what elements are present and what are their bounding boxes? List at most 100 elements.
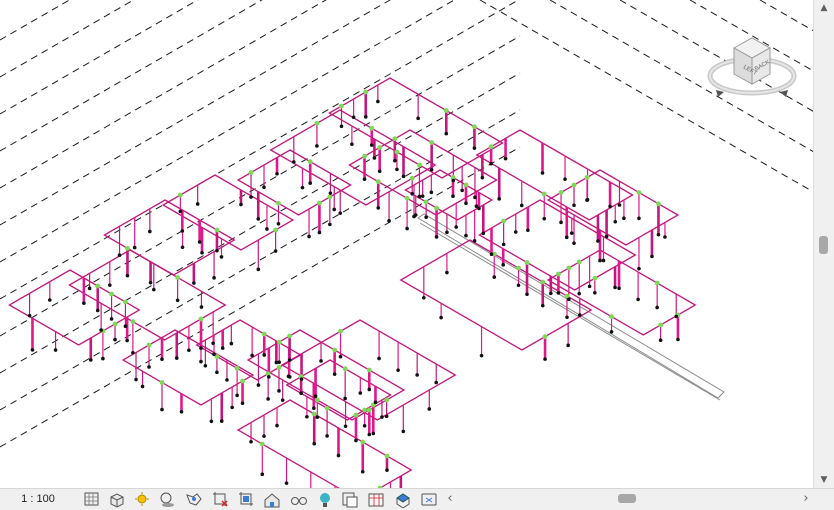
- fixture-terminal[interactable]: [343, 424, 348, 429]
- fixture-terminal[interactable]: [444, 131, 449, 136]
- fixture-terminal[interactable]: [451, 194, 455, 199]
- fixture-terminal[interactable]: [107, 283, 112, 287]
- fixture-terminal[interactable]: [299, 377, 304, 381]
- fixture-terminal[interactable]: [307, 234, 311, 239]
- pipe-segment[interactable]: [8, 269, 141, 346]
- fixture-terminal[interactable]: [209, 419, 214, 424]
- fixture-terminal[interactable]: [199, 346, 203, 350]
- fixture-terminal[interactable]: [338, 211, 343, 215]
- pipe-fitting[interactable]: [394, 149, 400, 155]
- fixture-terminal[interactable]: [266, 397, 270, 401]
- pipe-fitting[interactable]: [307, 159, 313, 165]
- pipe-fitting[interactable]: [366, 367, 372, 373]
- fixture-terminal[interactable]: [676, 337, 680, 342]
- duct-segment[interactable]: [417, 213, 725, 399]
- pipe-fitting[interactable]: [198, 316, 204, 322]
- fixture-terminal[interactable]: [197, 240, 202, 244]
- fixture-terminal[interactable]: [497, 197, 502, 201]
- fixture-terminal[interactable]: [332, 372, 337, 376]
- shadows-icon[interactable]: [157, 490, 177, 508]
- fixture-terminal[interactable]: [674, 314, 679, 319]
- fixture-terminal[interactable]: [160, 357, 164, 362]
- pipe-fitting[interactable]: [658, 322, 664, 328]
- pipe-fitting[interactable]: [276, 200, 281, 206]
- pipe-fitting[interactable]: [609, 314, 614, 320]
- fixture-terminal[interactable]: [195, 202, 200, 206]
- pipe-fitting[interactable]: [501, 218, 507, 224]
- fixture-terminal[interactable]: [608, 204, 612, 209]
- cube-rotate-right-icon[interactable]: [780, 90, 788, 97]
- pipe-fitting[interactable]: [540, 279, 546, 285]
- fixture-terminal[interactable]: [299, 391, 303, 395]
- fixture-terminal[interactable]: [417, 194, 422, 199]
- fixture-terminal[interactable]: [434, 380, 439, 385]
- fixture-terminal[interactable]: [525, 292, 529, 297]
- fixture-terminal[interactable]: [519, 203, 524, 208]
- fixture-terminal[interactable]: [415, 373, 419, 377]
- fixture-terminal[interactable]: [351, 115, 356, 120]
- fixture-terminal[interactable]: [656, 232, 661, 237]
- pipe-fitting[interactable]: [571, 182, 577, 188]
- fixture-terminal[interactable]: [312, 441, 317, 446]
- fixture-terminal[interactable]: [637, 266, 641, 271]
- pipe-fitting[interactable]: [516, 265, 521, 271]
- fixture-terminal[interactable]: [180, 229, 185, 233]
- fixture-terminal[interactable]: [148, 229, 152, 234]
- fixture-terminal[interactable]: [148, 280, 153, 285]
- fixture-terminal[interactable]: [604, 234, 609, 239]
- fixture-terminal[interactable]: [267, 375, 271, 379]
- fixture-terminal[interactable]: [489, 161, 493, 166]
- fixture-terminal[interactable]: [434, 235, 439, 239]
- fixture-terminal[interactable]: [377, 169, 382, 174]
- fixture-terminal[interactable]: [230, 405, 234, 410]
- fixture-terminal[interactable]: [249, 195, 253, 199]
- pipe-fitting[interactable]: [636, 190, 642, 195]
- pipe-fitting[interactable]: [240, 378, 245, 384]
- pipe-fitting[interactable]: [592, 275, 598, 281]
- fixture-terminal[interactable]: [445, 270, 449, 275]
- pipe-segment[interactable]: [195, 319, 302, 381]
- scroll-down-arrow[interactable]: ▼: [814, 472, 834, 488]
- fixture-terminal[interactable]: [412, 214, 416, 219]
- fixture-terminal[interactable]: [613, 219, 618, 224]
- fixture-terminal[interactable]: [567, 297, 571, 302]
- fixture-terminal[interactable]: [123, 324, 128, 329]
- detail-level-icon[interactable]: [82, 490, 102, 508]
- fixture-terminal[interactable]: [613, 285, 617, 290]
- pipe-fitting[interactable]: [130, 319, 136, 325]
- fixture-terminal[interactable]: [569, 231, 574, 235]
- fixture-terminal[interactable]: [284, 481, 289, 485]
- sun-path-icon[interactable]: [132, 490, 152, 508]
- fixture-terminal[interactable]: [225, 378, 229, 382]
- fixture-terminal[interactable]: [239, 202, 243, 207]
- fixture-terminal[interactable]: [134, 377, 138, 382]
- pipe-fitting[interactable]: [566, 265, 572, 271]
- pipe-fitting[interactable]: [276, 339, 282, 345]
- fixture-terminal[interactable]: [287, 375, 292, 379]
- fixture-terminal[interactable]: [429, 190, 434, 195]
- scroll-left-arrow[interactable]: ‹: [442, 489, 458, 510]
- pipe-segment[interactable]: [121, 329, 255, 406]
- fixture-terminal[interactable]: [427, 407, 432, 411]
- fixture-terminal[interactable]: [277, 360, 282, 365]
- pipe-fitting[interactable]: [392, 136, 398, 142]
- fixture-terminal[interactable]: [211, 341, 215, 346]
- fixture-terminal[interactable]: [424, 215, 428, 220]
- fixture-terminal[interactable]: [384, 414, 389, 419]
- main-duct-run[interactable]: [417, 213, 725, 401]
- pipe-fitting[interactable]: [488, 144, 494, 150]
- pipe-fitting[interactable]: [123, 299, 128, 305]
- temporary-view-properties-icon[interactable]: [340, 490, 360, 508]
- pipe-fitting[interactable]: [542, 334, 548, 340]
- fixture-terminal[interactable]: [658, 338, 663, 343]
- fixture-terminal[interactable]: [451, 178, 456, 183]
- pipe-fitting[interactable]: [338, 328, 343, 334]
- fixture-terminal[interactable]: [577, 291, 582, 296]
- pipe-fitting[interactable]: [423, 199, 429, 205]
- fixture-terminal[interactable]: [564, 235, 569, 240]
- pipe-fitting[interactable]: [342, 366, 348, 372]
- pipe-fitting[interactable]: [261, 331, 267, 337]
- fixture-terminal[interactable]: [556, 291, 561, 295]
- pipe-fitting[interactable]: [366, 407, 372, 413]
- fixture-terminal[interactable]: [82, 301, 86, 305]
